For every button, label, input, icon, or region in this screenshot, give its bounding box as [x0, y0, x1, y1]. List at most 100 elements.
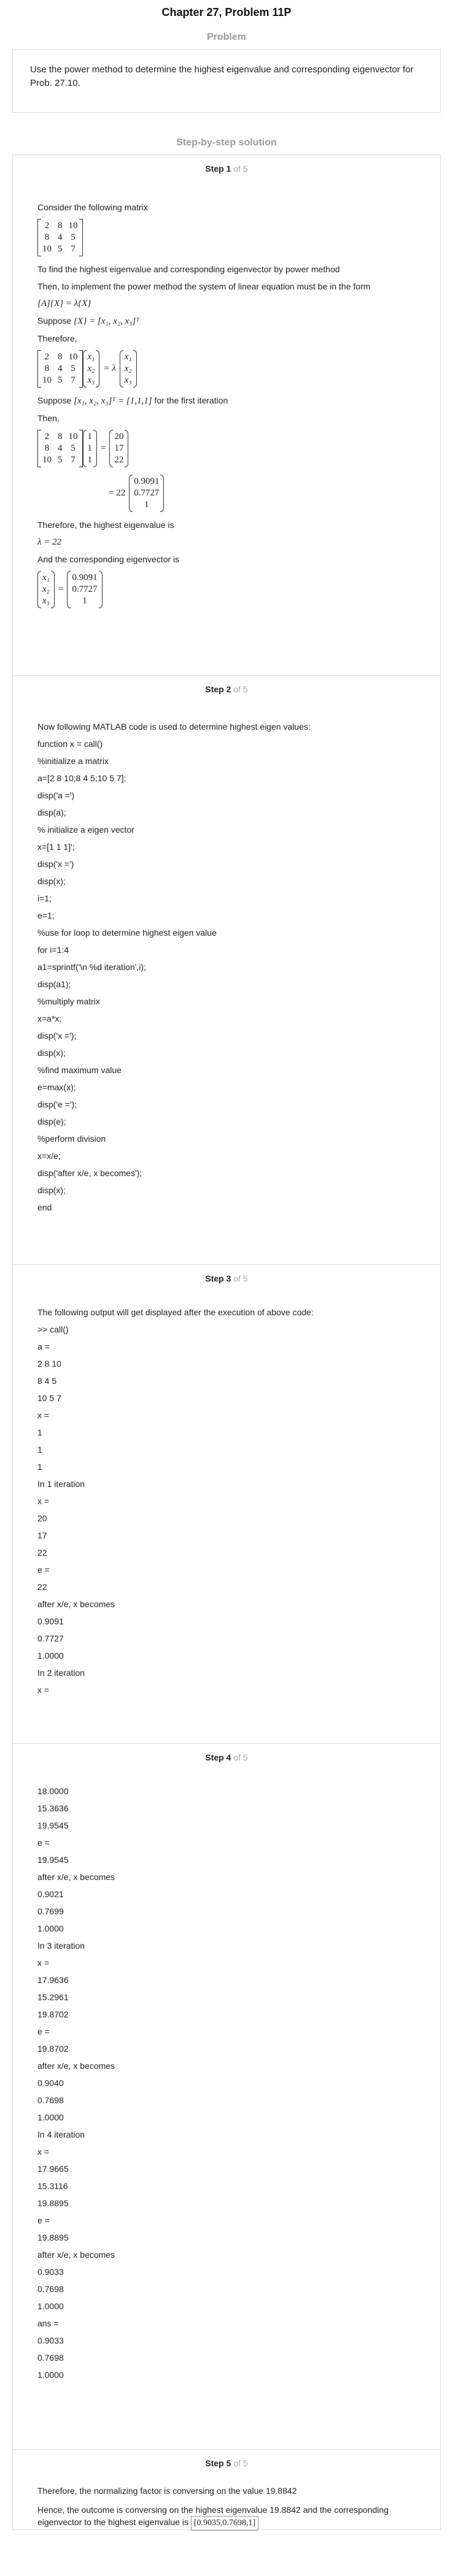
output-line: In 2 iteration [37, 1668, 85, 1678]
first-iteration-equation: 2 8 10 845 10 5 7 111 = 20 17 22 [37, 426, 416, 471]
step-3-body: The following output will get displayed … [13, 1290, 440, 1707]
code-line: end [37, 1202, 52, 1212]
output-line: 19.8895 [37, 2198, 69, 2208]
output-line: 22 [37, 1582, 47, 1592]
step-5: Step 5 of 5 Therefore, the normalizing f… [12, 2449, 441, 2531]
problem-box: Use the power method to determine the hi… [12, 49, 441, 113]
output-line: x = [37, 1685, 50, 1695]
output-line: 15.3636 [37, 1803, 69, 1813]
step-1: Step 1 of 5 Consider the following matri… [12, 155, 441, 675]
output-line: 0.7727 [37, 1634, 64, 1643]
output-line: 0.9021 [37, 1889, 64, 1899]
output-line: x = [37, 1496, 50, 1506]
output-line: 1 [37, 1445, 42, 1454]
normalized-equation: = 22 0.9091 0.7727 1 [37, 471, 416, 516]
vector-normalized: 0.9091 0.7727 1 [129, 475, 165, 512]
code-line: x=a*x; [37, 1014, 62, 1023]
code-line: function x = call() [37, 739, 103, 749]
output-line: 17 [37, 1531, 47, 1540]
code-line: disp('a =') [37, 790, 75, 800]
step-1-text: Therefore, [37, 334, 77, 343]
output-line: e = [37, 1565, 50, 1575]
code-line: disp(x); [37, 1185, 66, 1195]
output-line: 0.7698 [37, 2353, 64, 2363]
step-4-header: Step 4 of 5 [205, 1752, 248, 1762]
output-line: 19.9545 [37, 1855, 69, 1865]
step-3: Step 3 of 5 The following output will ge… [12, 1264, 441, 1743]
output-line: 0.9033 [37, 2336, 64, 2345]
output-line: 0.9033 [37, 2267, 64, 2277]
matrix-a-display: 2 8 10 845 10 5 7 [37, 215, 416, 260]
code-line: x=x/e; [37, 1151, 61, 1161]
code-line: disp(a); [37, 808, 66, 817]
output-line: ans = [37, 2318, 59, 2328]
page-title: Chapter 27, Problem 11P [161, 6, 292, 18]
output-line: 2 8 10 [37, 1359, 61, 1369]
lambda-equation: λ = 22 [37, 537, 62, 547]
vector-ones: 111 [82, 430, 98, 467]
step-5-text: Therefore, the normalizing factor is con… [37, 2486, 297, 2496]
output-line: 15.3116 [37, 2181, 68, 2191]
step-2-body: Now following MATLAB code is used to det… [13, 700, 440, 1224]
step-1-text: Therefore, the highest eigenvalue is [37, 520, 174, 530]
output-line: 0.9040 [37, 2078, 64, 2088]
output-line: 19.8702 [37, 2009, 69, 2019]
output-line: 1.0000 [37, 1924, 64, 1933]
step-1-text: To find the highest eigenvalue and corre… [37, 264, 340, 274]
output-line: 0.9091 [37, 1616, 64, 1626]
step-1-text: Then, [37, 413, 60, 423]
code-line: disp('after x/e, x becomes'); [37, 1168, 142, 1178]
output-line: 18.0000 [37, 1786, 69, 1796]
output-line: 0.7699 [37, 1906, 64, 1916]
initial-vector-equation: [x₁, x₂, x₃]ᵀ = [1,1,1] [74, 396, 152, 406]
output-line: 0.7698 [37, 2284, 64, 2294]
output-line: 17.9665 [37, 2164, 69, 2174]
output-line: after x/e, x becomes [37, 1599, 115, 1609]
vector-x: x₁ x₂ x₃ [82, 350, 100, 388]
output-line: >> call() [37, 1324, 69, 1334]
output-line: e = [37, 2027, 50, 2036]
code-line: e=max(x); [37, 1082, 76, 1092]
step-1-body: Consider the following matrix 2 8 10 845 1… [13, 180, 440, 621]
output-line: In 4 iteration [37, 2130, 85, 2139]
code-line: disp('x ='); [37, 1031, 77, 1041]
output-line: 20 [37, 1513, 47, 1523]
code-line: e=1; [37, 911, 55, 920]
output-line: 1.0000 [37, 2370, 64, 2380]
output-line: after x/e, x becomes [37, 1872, 115, 1882]
vector-x: x₁ x₂ x₃ [37, 571, 55, 608]
step-1-header: Step 1 of 5 [205, 164, 248, 174]
code-line: disp(a1); [37, 979, 71, 989]
step-5-text: Hence, the outcome is conversing on the … [37, 2499, 416, 2534]
output-line: 19.8702 [37, 2044, 69, 2054]
output-line: e = [37, 1838, 50, 1848]
code-line: a1=sprintf('\n %d iteration',i); [37, 962, 146, 972]
output-line: In 3 iteration [37, 1941, 85, 1951]
output-line: x = [37, 1410, 50, 1420]
code-line: x=[1 1 1]'; [37, 842, 75, 852]
output-line: e = [37, 2215, 50, 2225]
eigenvector-equation: x₁ x₂ x₃ = 0.9091 0.7727 1 [37, 567, 416, 612]
step-1-text: Consider the following matrix [37, 202, 148, 212]
system-equation: 2 8 10 845 10 5 7 x₁ x₂ x₃ = λ x₁ x₂ x₃ [37, 346, 416, 391]
code-line: % initialize a eigen vector [37, 825, 134, 835]
step-4: Step 4 of 5 18.0000 15.3636 19.9545 e = 19.9… [12, 1743, 441, 2449]
eigen-form-equation: [A]{X} = λ{X} [37, 299, 91, 308]
problem-heading: Problem [206, 32, 246, 42]
code-line: disp('e ='); [37, 1099, 77, 1109]
output-line: x = [37, 1958, 50, 1968]
problem-text: Use the power method to determine the hi… [30, 64, 414, 88]
output-line: x = [37, 2147, 50, 2157]
step-1-text: Suppose [x₁, x₂, x₃]ᵀ = [1,1,1] for the … [37, 396, 228, 406]
code-line: %perform division [37, 1134, 106, 1144]
step-1-text: Then, to implement the power method the … [37, 281, 371, 291]
output-line: 10 5 7 [37, 1393, 61, 1403]
step-4-body: 18.0000 15.3636 19.9545 e = 19.9545 after x/e… [13, 1768, 440, 2391]
matrix-a: 2 8 10 845 10 5 7 [37, 350, 83, 388]
step-2: Step 2 of 5 Now following MATLAB code is… [12, 675, 441, 1264]
code-line: %multiply matrix [37, 996, 100, 1006]
solution-page: Chapter 27, Problem 11P Problem Use the … [0, 0, 453, 2576]
output-line: 1 [37, 1462, 42, 1472]
step-5-header: Step 5 of 5 [205, 2458, 248, 2468]
vector-result: 20 17 22 [109, 430, 129, 467]
